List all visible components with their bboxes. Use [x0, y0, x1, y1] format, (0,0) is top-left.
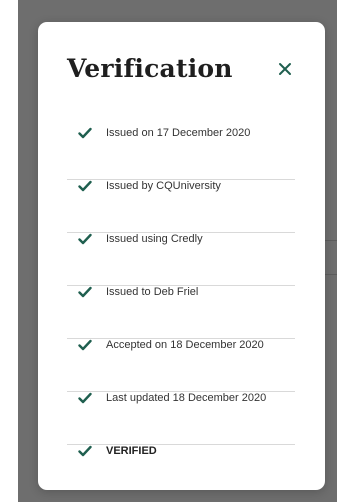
check-icon — [78, 233, 92, 245]
list-item-label: Issued by CQUniversity — [106, 180, 221, 192]
list-item-label: Issued using Credly — [106, 233, 203, 245]
list-item: Issued by CQUniversity — [67, 180, 295, 233]
page: Verification Issued on 17 December 2020 … — [0, 0, 337, 502]
close-icon — [279, 63, 291, 75]
close-button[interactable] — [274, 58, 296, 80]
check-icon — [78, 286, 92, 298]
check-icon — [78, 445, 92, 457]
list-item-label: Issued on 17 December 2020 — [106, 127, 251, 139]
list-item: Issued on 17 December 2020 — [67, 127, 295, 180]
check-icon — [78, 392, 92, 404]
list-item: Accepted on 18 December 2020 — [67, 339, 295, 392]
check-icon — [78, 180, 92, 192]
check-icon — [78, 127, 92, 139]
list-item: Issued using Credly — [67, 233, 295, 286]
list-item: Issued to Deb Friel — [67, 286, 295, 339]
check-icon — [78, 339, 92, 351]
list-item: VERIFIED — [67, 445, 295, 498]
verification-list: Issued on 17 December 2020 Issued by CQU… — [67, 127, 295, 498]
list-item-label: Accepted on 18 December 2020 — [106, 339, 264, 351]
list-item-label: Issued to Deb Friel — [106, 286, 199, 298]
verification-dialog: Verification Issued on 17 December 2020 … — [38, 22, 325, 490]
list-item-label: Last updated 18 December 2020 — [106, 392, 267, 404]
list-item: Last updated 18 December 2020 — [67, 392, 295, 445]
verified-label: VERIFIED — [106, 445, 157, 457]
dialog-title: Verification — [67, 54, 233, 83]
